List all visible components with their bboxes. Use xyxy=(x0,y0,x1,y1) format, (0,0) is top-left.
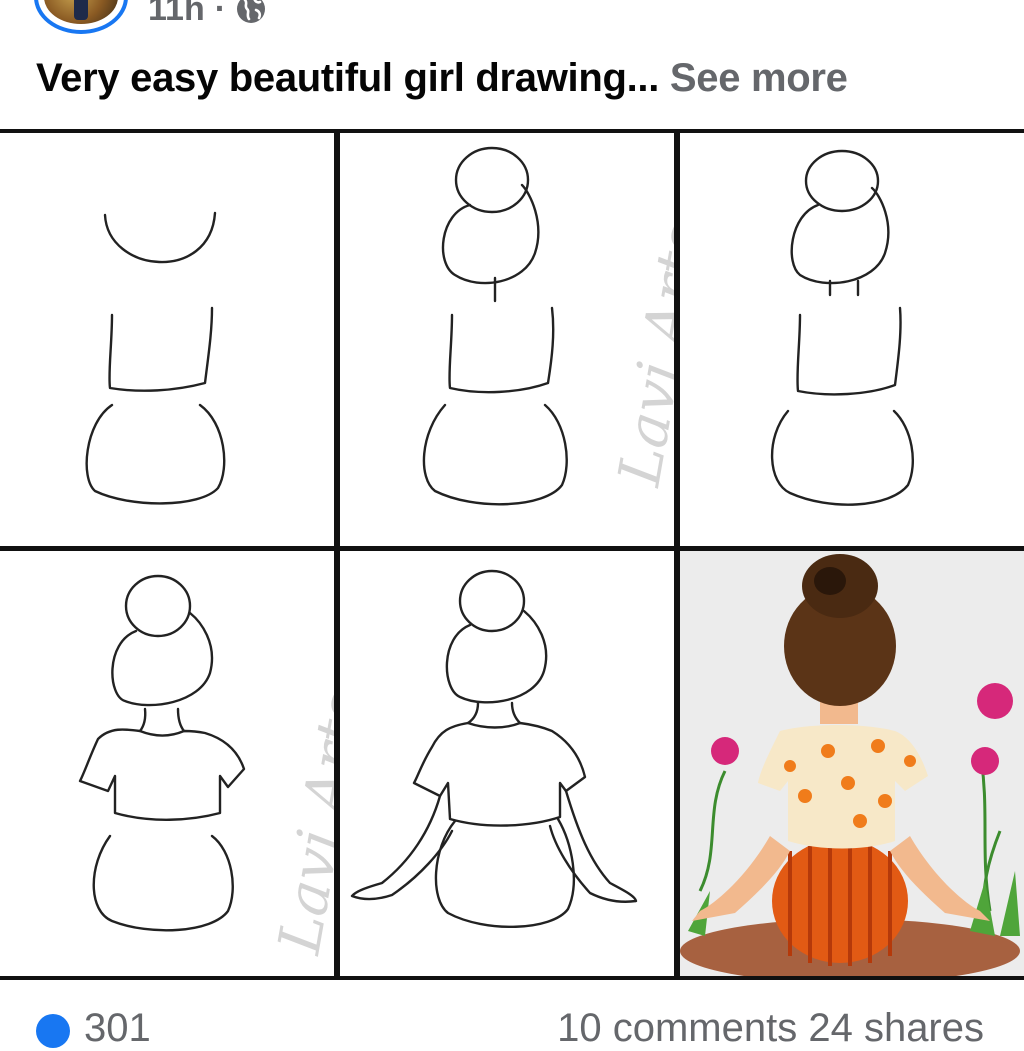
step-panel-2: Lavi Arts xyxy=(340,133,674,546)
post-time[interactable]: 11h xyxy=(148,0,205,29)
post-image[interactable]: Lavi Arts Lavi Arts xyxy=(0,129,1024,980)
see-more-link[interactable]: See more xyxy=(670,56,848,100)
step-panel-6 xyxy=(680,551,1024,976)
step-6-drawing xyxy=(680,554,1020,976)
watermark-text: Lavi Arts xyxy=(265,685,334,959)
globe-icon xyxy=(237,0,266,23)
step-2-drawing: Lavi Arts xyxy=(422,146,674,506)
step-3-drawing xyxy=(770,149,914,506)
post-header: 11h · Very easy beautiful girl drawing..… xyxy=(0,0,1024,130)
watermark-text: Lavi Arts xyxy=(605,217,674,491)
post-meta: 11h · xyxy=(148,0,266,34)
reaction-count[interactable]: 301 xyxy=(84,1006,151,1051)
step-panel-3 xyxy=(680,133,1024,546)
step-4-drawing: Lavi Arts xyxy=(78,574,334,959)
step-panel-4: Lavi Arts xyxy=(0,551,334,976)
author-avatar[interactable] xyxy=(34,0,128,34)
meta-separator: · xyxy=(214,0,227,28)
comments-shares-count[interactable]: 10 comments 24 shares xyxy=(557,1006,984,1051)
avatar-figure xyxy=(74,0,88,20)
post-caption: Very easy beautiful girl drawing... See … xyxy=(36,56,848,101)
caption-text: Very easy beautiful girl drawing... xyxy=(36,56,660,100)
step-5-drawing xyxy=(350,569,638,928)
like-icon[interactable] xyxy=(36,1014,70,1048)
step-panel-1 xyxy=(0,133,334,546)
step-panel-5 xyxy=(340,551,674,976)
step-1-drawing xyxy=(85,211,226,505)
